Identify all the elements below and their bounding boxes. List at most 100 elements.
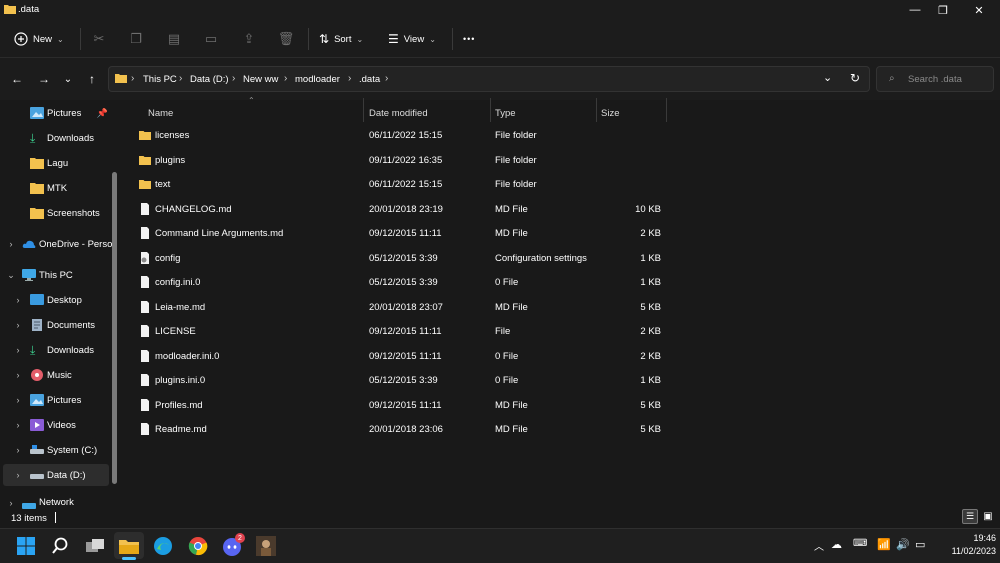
wifi-icon[interactable]: 📶 [877,538,891,551]
refresh-button[interactable]: ↻ [850,71,860,85]
column-divider[interactable] [363,98,364,122]
file-name[interactable]: config.ini.0 [155,277,200,288]
file-explorer-taskbar-button[interactable] [114,532,144,559]
sidebar-item-lagu[interactable]: Lagu [0,152,118,174]
chevron-right-icon[interactable]: › [13,345,23,355]
show-hidden-icons-button[interactable]: ︿ [814,538,824,553]
table-row[interactable]: modloader.ini.0 09/12/2015 11:11 0 File 2 K… [131,345,667,369]
more-options-button[interactable]: ••• [463,29,475,49]
sidebar-item-data-d[interactable]: › Data (D:) [3,464,109,486]
sidebar-item-onedrive[interactable]: › OneDrive - Perso [0,233,118,255]
sidebar-item-music[interactable]: › Music [0,364,118,386]
table-row[interactable]: plugins 09/11/2022 16:35 File folder [131,149,667,173]
file-name[interactable]: CHANGELOG.md [155,204,232,215]
table-row[interactable]: config 05/12/2015 3:39 Configuration setti… [131,247,667,271]
large-icons-view-button[interactable]: ▣ [981,509,995,524]
sidebar-item-downloads-quick[interactable]: ⤓ Downloads [0,127,118,149]
column-divider[interactable] [490,98,491,122]
file-name[interactable]: licenses [155,130,189,141]
sidebar-item-desktop[interactable]: › Desktop [0,289,118,311]
table-row[interactable]: Readme.md 20/01/2018 23:06 MD File 5 KB [131,418,667,442]
breadcrumb-data-d[interactable]: Data (D:) [190,74,229,85]
share-button[interactable]: ⇪ [240,29,258,49]
chevron-right-icon[interactable]: › [13,295,23,305]
sidebar-item-screenshots[interactable]: Screenshots [0,202,118,224]
close-button[interactable]: ✕ [962,0,996,20]
file-name[interactable]: plugins [155,155,185,166]
table-row[interactable]: text 06/11/2022 15:15 File folder [131,173,667,197]
battery-icon[interactable]: ▭ [915,538,925,551]
file-name[interactable]: plugins.ini.0 [155,375,205,386]
file-name[interactable]: Leia-me.md [155,302,205,313]
volume-icon[interactable]: 🔊 [896,538,910,551]
breadcrumb-this-pc[interactable]: This PC [143,74,177,85]
onedrive-tray-icon[interactable]: ☁ [831,538,842,551]
chevron-right-icon[interactable]: › [13,445,23,455]
file-name[interactable]: text [155,179,170,190]
up-button[interactable]: ↑ [83,70,101,88]
chevron-right-icon[interactable]: › [6,239,16,249]
sidebar-item-documents[interactable]: › Documents [0,314,118,336]
column-header-type[interactable]: Type [495,103,516,123]
chevron-right-icon[interactable]: › [6,498,16,508]
keyboard-icon[interactable]: ⌨ [853,538,867,549]
search-taskbar-button[interactable] [45,532,75,559]
column-divider[interactable] [666,98,667,122]
new-button[interactable]: New ⌄ [14,29,64,49]
start-button[interactable] [11,532,41,559]
breadcrumb-modloader[interactable]: modloader [295,74,340,85]
sidebar-item-network[interactable]: › Network [0,495,118,510]
file-name[interactable]: config [155,253,180,264]
address-history-dropdown[interactable]: ⌄ [823,71,832,84]
file-name[interactable]: Command Line Arguments.md [155,228,283,239]
chevron-right-icon[interactable]: › [13,320,23,330]
clock-time[interactable]: 19:46 [940,533,996,543]
table-row[interactable]: CHANGELOG.md 20/01/2018 23:19 MD File 10 KB [131,198,667,222]
edge-taskbar-button[interactable] [148,532,178,559]
chrome-taskbar-button[interactable] [183,532,213,559]
sidebar-item-system-c[interactable]: › System (C:) [0,439,118,461]
column-header-size[interactable]: Size [601,103,619,123]
delete-button[interactable]: 🗑 [277,29,295,49]
file-name[interactable]: LICENSE [155,326,196,337]
table-row[interactable]: plugins.ini.0 05/12/2015 3:39 0 File 1 KB [131,369,667,393]
column-header-date-modified[interactable]: Date modified [369,103,428,123]
file-name[interactable]: Readme.md [155,424,207,435]
clock-date[interactable]: 11/02/2023 [940,546,996,556]
task-view-button[interactable] [80,532,110,559]
table-row[interactable]: Leia-me.md 20/01/2018 23:07 MD File 5 KB [131,296,667,320]
view-button[interactable]: ☰ View ⌄ [388,29,436,49]
recent-locations-button[interactable]: ⌄ [59,70,77,88]
forward-button[interactable]: → [35,70,53,88]
details-view-button[interactable]: ☰ [962,509,978,524]
chevron-right-icon[interactable]: › [13,395,23,405]
chevron-right-icon[interactable]: › [13,470,23,480]
game-taskbar-button[interactable] [251,532,281,559]
table-row[interactable]: config.ini.0 05/12/2015 3:39 0 File 1 KB [131,271,667,295]
table-row[interactable]: licenses 06/11/2022 15:15 File folder [131,124,667,148]
breadcrumb-new-ww[interactable]: New ww [243,74,278,85]
file-name[interactable]: Profiles.md [155,400,203,411]
chevron-right-icon[interactable]: › [13,420,23,430]
back-button[interactable]: ← [8,70,26,88]
search-input[interactable]: Search .data [908,74,962,85]
table-row[interactable]: Command Line Arguments.md 09/12/2015 11:1… [131,222,667,246]
sidebar-item-videos[interactable]: › Videos [0,414,118,436]
table-row[interactable]: LICENSE 09/12/2015 11:11 File 2 KB [131,320,667,344]
sidebar-item-this-pc[interactable]: ⌄ This PC [0,264,118,286]
maximize-button[interactable]: ❐ [926,0,960,20]
sort-button[interactable]: ⇅ Sort ⌄ [319,29,363,49]
file-name[interactable]: modloader.ini.0 [155,351,219,362]
cut-button[interactable]: ✂ [90,29,108,49]
column-divider[interactable] [596,98,597,122]
rename-button[interactable]: ▭ [202,29,220,49]
table-row[interactable]: Profiles.md 09/12/2015 11:11 MD File 5 KB [131,394,667,418]
column-header-name[interactable]: Name [148,103,173,123]
copy-button[interactable]: ❐ [127,29,145,49]
sidebar-item-pictures[interactable]: › Pictures [0,389,118,411]
paste-button[interactable]: ▤ [165,29,183,49]
breadcrumb-data[interactable]: .data [359,74,380,85]
sidebar-item-downloads[interactable]: › ⤓ Downloads [0,339,118,361]
chevron-right-icon[interactable]: › [13,370,23,380]
sidebar-item-pictures-pinned[interactable]: Pictures 📌 [0,102,118,124]
